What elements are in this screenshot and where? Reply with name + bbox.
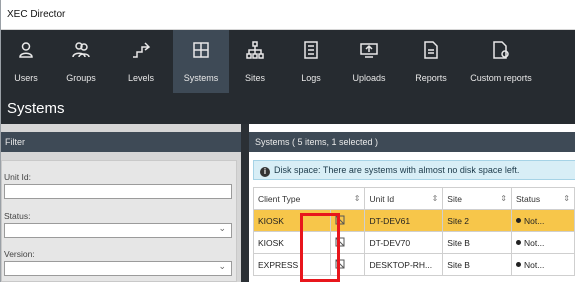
status-dot-icon <box>516 261 521 267</box>
disk-space-info-banner: i Disk space: There are systems with almo… <box>253 160 575 180</box>
status-select[interactable] <box>4 223 232 238</box>
unit-id-input[interactable] <box>4 184 232 199</box>
col-site[interactable]: Site ⇕ <box>442 187 512 210</box>
nav-label: Users <box>14 73 38 83</box>
filter-title: Filter <box>1 132 241 152</box>
systems-grid-title: Systems ( 5 items, 1 selected ) <box>249 132 575 152</box>
window-title: XEC Director <box>1 0 575 30</box>
nav-groups[interactable]: Groups <box>51 30 111 93</box>
sort-icon: ⇕ <box>500 193 507 203</box>
info-message: Disk space: There are systems with almos… <box>274 165 520 175</box>
logs-icon <box>289 40 333 60</box>
nav-logs[interactable]: Logs <box>289 30 333 93</box>
status-cell: Not... <box>511 231 575 254</box>
systems-icon <box>173 40 229 60</box>
status-dot-icon <box>516 239 521 245</box>
status-label: Status: <box>4 211 31 221</box>
nav-systems[interactable]: Systems <box>173 30 229 93</box>
nav-label: Levels <box>127 73 154 83</box>
reports-icon <box>405 40 457 60</box>
nav-custom-reports[interactable]: Custom reports <box>459 30 543 93</box>
nav-sites[interactable]: Sites <box>233 30 277 93</box>
col-client-type[interactable]: Client Type ⇕ <box>252 187 366 210</box>
nav-label: Logs <box>301 73 321 83</box>
groups-icon <box>51 40 111 60</box>
unit-id-cell: DT-DEV61 <box>364 209 444 232</box>
nav-levels[interactable]: Levels <box>111 30 171 93</box>
highlight-annotation-box <box>300 213 340 282</box>
unit-id-cell: DESKTOP-RH... <box>364 253 444 276</box>
status-dot-icon <box>516 217 521 223</box>
nav-label: Systems <box>183 73 219 83</box>
site-cell: Site B <box>442 231 512 254</box>
levels-icon <box>111 40 171 60</box>
app-window: XEC Director Users Groups Levels Systems <box>0 0 575 282</box>
filter-form: Unit Id: Status: Version: <box>1 160 237 282</box>
info-icon: i <box>260 167 270 177</box>
user-icon <box>1 40 51 60</box>
nav-uploads[interactable]: Uploads <box>341 30 397 93</box>
unit-id-cell: DT-DEV70 <box>364 231 444 254</box>
nav-label: Custom reports <box>470 73 532 83</box>
page-title: Systems <box>1 93 575 124</box>
version-select[interactable] <box>4 261 232 276</box>
nav-users[interactable]: Users <box>1 30 51 93</box>
uploads-icon <box>341 40 397 60</box>
nav-label: Groups <box>66 73 96 83</box>
nav-label: Reports <box>415 73 447 83</box>
filter-panel: Filter Unit Id: Status: Version: <box>1 124 241 282</box>
nav-reports[interactable]: Reports <box>405 30 457 93</box>
nav-label: Sites <box>244 73 265 83</box>
sort-icon: ⇕ <box>563 193 570 203</box>
main-nav: Users Groups Levels Systems Sites Logs U… <box>1 30 575 93</box>
status-cell: Not... <box>511 209 575 232</box>
unit-id-label: Unit Id: <box>4 172 31 182</box>
site-cell: Site B <box>442 253 512 276</box>
sites-icon <box>233 40 277 60</box>
sort-icon: ⇕ <box>431 193 439 203</box>
site-cell: Site 2 <box>442 209 512 232</box>
nav-label: Uploads <box>352 73 386 83</box>
table-header-row: Client Type ⇕ Unit Id ⇕ Site ⇕ Status ⇕ <box>252 187 575 210</box>
status-cell: Not... <box>511 253 575 276</box>
panel-splitter[interactable] <box>241 124 249 282</box>
sort-icon: ⇕ <box>353 193 361 203</box>
custom-reports-icon <box>459 40 543 60</box>
col-unit-id[interactable]: Unit Id ⇕ <box>364 187 444 210</box>
version-label: Version: <box>4 249 35 259</box>
col-status[interactable]: Status ⇕ <box>511 187 575 210</box>
